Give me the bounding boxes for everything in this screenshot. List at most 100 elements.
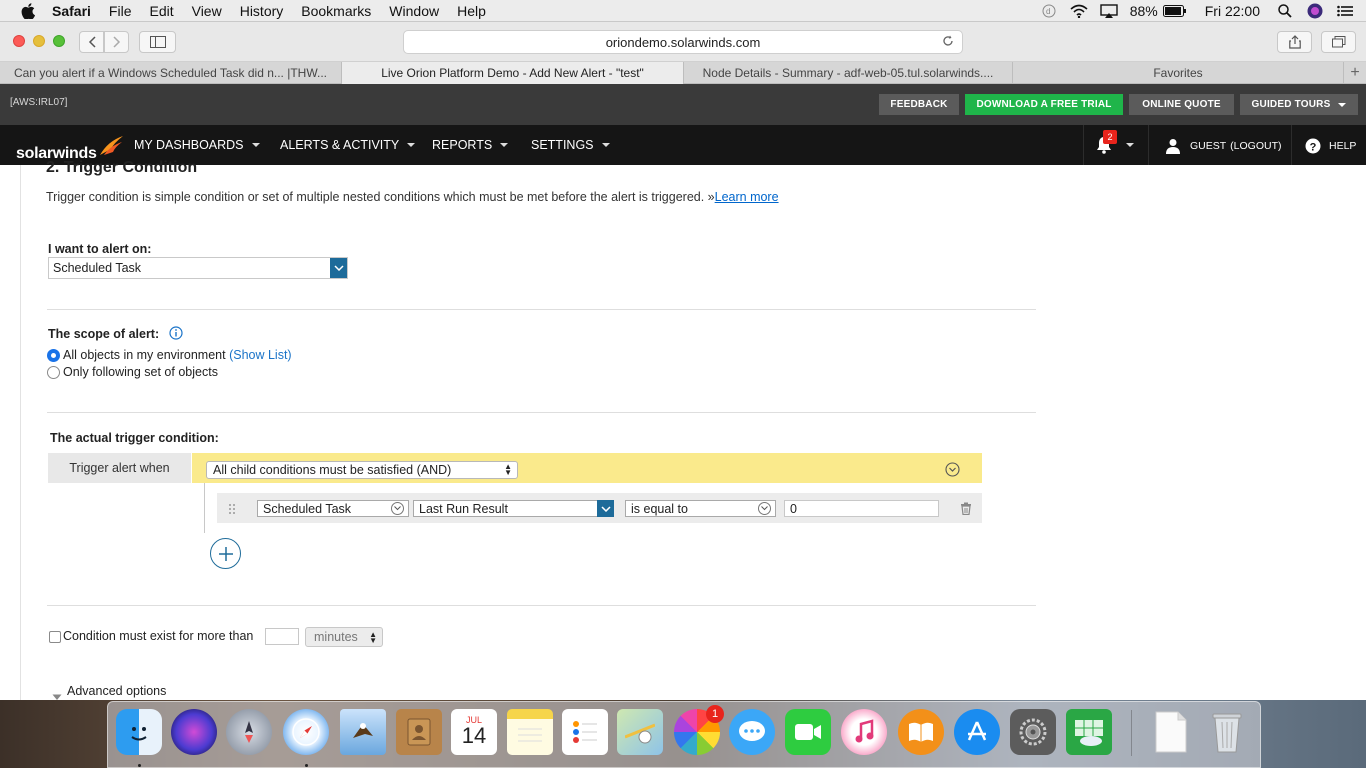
menu-window[interactable]: Window	[389, 3, 439, 19]
download-trial-button[interactable]: DOWNLOAD A FREE TRIAL	[965, 94, 1123, 115]
nav-settings[interactable]: SETTINGS	[531, 138, 610, 152]
notifications-button[interactable]: 2	[1096, 130, 1134, 154]
condition-field-select[interactable]: Last Run Result	[413, 500, 614, 517]
nav-my-dashboards[interactable]: MY DASHBOARDS	[134, 138, 260, 152]
maps-icon[interactable]	[617, 709, 663, 755]
user-menu[interactable]: GUEST (LOGOUT)	[1165, 138, 1282, 154]
advanced-options-toggle[interactable]: Advanced options	[67, 684, 166, 698]
condition-value-input[interactable]: 0	[784, 500, 939, 517]
learn-more-link[interactable]: Learn more	[715, 190, 779, 204]
condition-object-select[interactable]: Scheduled Task	[257, 500, 409, 517]
safari-icon[interactable]	[283, 709, 329, 755]
tab-overview-button[interactable]	[1321, 31, 1356, 53]
duration-unit-select[interactable]: minutes ▲ ▼	[305, 627, 383, 647]
browser-tab[interactable]: Favorites	[1013, 62, 1344, 84]
dropdown-toggle[interactable]	[330, 258, 347, 278]
reminders-icon[interactable]	[562, 709, 608, 755]
facetime-icon[interactable]	[785, 709, 831, 755]
menu-help[interactable]: Help	[457, 3, 486, 19]
share-icon	[1288, 35, 1301, 49]
scope-following-radio[interactable]	[47, 366, 60, 379]
dropdown-toggle[interactable]	[597, 500, 614, 517]
show-list-link[interactable]: (Show List)	[229, 348, 292, 362]
condition-mode-select[interactable]: All child conditions must be satisfied (…	[206, 461, 518, 479]
system-preferences-icon[interactable]	[1010, 709, 1056, 755]
wifi-icon[interactable]	[1070, 3, 1088, 19]
add-condition-button[interactable]	[210, 538, 241, 569]
spotlight-search-icon[interactable]	[1276, 3, 1294, 19]
browser-tab[interactable]: Can you alert if a Windows Scheduled Tas…	[0, 62, 342, 84]
menu-history[interactable]: History	[240, 3, 284, 19]
siri-icon[interactable]	[1306, 3, 1324, 19]
feedback-button[interactable]: FEEDBACK	[879, 94, 959, 115]
scope-following-label[interactable]: Only following set of objects	[63, 365, 218, 379]
calendar-icon[interactable]: JUL 14	[451, 709, 497, 755]
contacts-icon[interactable]	[396, 709, 442, 755]
document-icon[interactable]	[1148, 709, 1194, 755]
menu-view[interactable]: View	[192, 3, 222, 19]
nav-divider	[1291, 125, 1292, 165]
menu-edit[interactable]: Edit	[149, 3, 173, 19]
siri-icon[interactable]	[171, 709, 217, 755]
nav-reports[interactable]: REPORTS	[432, 138, 509, 152]
help-button[interactable]: ? HELP	[1305, 138, 1356, 154]
trash-icon[interactable]	[960, 502, 972, 520]
dock-separator	[1131, 710, 1132, 756]
photos-icon[interactable]: 1	[674, 705, 724, 755]
new-tab-button[interactable]: +	[1344, 62, 1366, 83]
condition-duration-checkbox[interactable]	[49, 631, 61, 643]
condition-operator-value: is equal to	[631, 501, 688, 516]
info-icon[interactable]	[169, 326, 183, 345]
nav-alerts-activity[interactable]: ALERTS & ACTIVITY	[280, 138, 416, 152]
drag-handle-icon[interactable]	[228, 502, 236, 520]
updown-icon: ▲ ▼	[504, 462, 512, 477]
guided-tours-button[interactable]: GUIDED TOURS	[1240, 94, 1358, 115]
content-panel	[20, 165, 1366, 700]
reload-icon[interactable]	[942, 34, 954, 50]
menu-app-name[interactable]: Safari	[52, 3, 91, 19]
battery-icon[interactable]	[1162, 3, 1187, 19]
numbers-icon[interactable]	[1066, 709, 1112, 755]
menubar-clock[interactable]: Fri 22:00	[1205, 3, 1260, 19]
scope-all-radio[interactable]	[47, 349, 60, 362]
browser-tab-active[interactable]: Live Orion Platform Demo - Add New Alert…	[342, 62, 684, 84]
group-options-icon[interactable]	[945, 462, 960, 482]
back-button[interactable]	[79, 31, 104, 53]
itunes-icon[interactable]	[841, 709, 887, 755]
app-store-icon[interactable]	[954, 709, 1000, 755]
address-bar[interactable]: oriondemo.solarwinds.com	[403, 30, 963, 54]
messages-icon[interactable]	[729, 709, 775, 755]
trash-can-icon[interactable]	[1204, 709, 1250, 755]
condition-object-value: Scheduled Task	[263, 501, 352, 516]
close-window-button[interactable]	[13, 35, 25, 47]
logout-link[interactable]: (LOGOUT)	[1230, 140, 1281, 152]
ibooks-icon[interactable]	[898, 709, 944, 755]
minimize-window-button[interactable]	[33, 35, 45, 47]
menu-file[interactable]: File	[109, 3, 132, 19]
condition-operator-select[interactable]: is equal to	[625, 500, 776, 517]
sidebar-toggle-button[interactable]	[139, 31, 176, 53]
airplay-icon[interactable]	[1100, 3, 1118, 19]
dictation-icon[interactable]: d	[1040, 3, 1058, 19]
guided-tours-label: GUIDED TOURS	[1251, 99, 1331, 110]
share-button[interactable]	[1277, 31, 1312, 53]
disclosure-triangle-icon[interactable]	[52, 688, 62, 700]
launchpad-icon[interactable]	[226, 709, 272, 755]
chevron-right-icon	[112, 36, 120, 48]
mail-eagle-icon[interactable]	[340, 709, 386, 755]
notes-icon[interactable]	[507, 709, 553, 755]
zoom-window-button[interactable]	[53, 35, 65, 47]
browser-tab[interactable]: Node Details - Summary - adf-web-05.tul.…	[684, 62, 1013, 84]
forward-button[interactable]	[104, 31, 129, 53]
condition-duration-label[interactable]: Condition must exist for more than	[63, 629, 253, 643]
apple-icon[interactable]	[18, 2, 38, 19]
notification-center-icon[interactable]	[1336, 3, 1354, 19]
scope-all-label[interactable]: All objects in my environment (Show List…	[63, 348, 292, 362]
online-quote-button[interactable]: ONLINE QUOTE	[1129, 94, 1234, 115]
browser-tab-bar: Can you alert if a Windows Scheduled Tas…	[0, 62, 1366, 84]
menu-bookmarks[interactable]: Bookmarks	[301, 3, 371, 19]
duration-input[interactable]	[265, 628, 299, 645]
chevron-left-icon	[88, 36, 96, 48]
alert-on-select[interactable]: Scheduled Task	[48, 257, 348, 279]
finder-icon[interactable]	[116, 709, 162, 755]
